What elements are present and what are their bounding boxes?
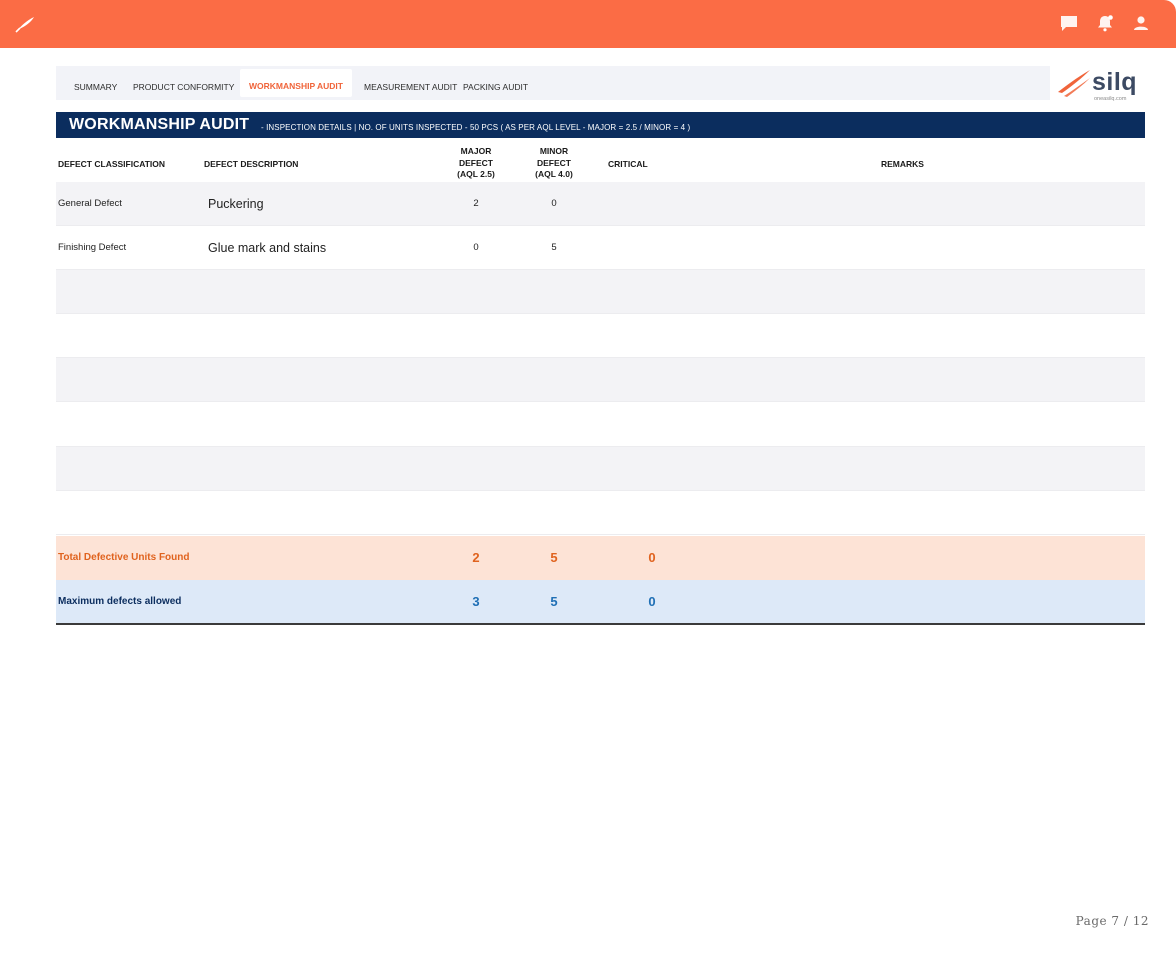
inspection-details: - INSPECTION DETAILS | NO. OF UNITS INSP…: [261, 123, 691, 132]
defect-classification-cell: Finishing Defect: [58, 242, 127, 253]
header-remarks: REMARKS: [881, 159, 924, 169]
total-critical-value: 0: [648, 550, 656, 565]
major-defect-cell: 2: [473, 198, 479, 209]
user-icon[interactable]: [1132, 14, 1150, 32]
tab-summary[interactable]: SUMMARY: [74, 66, 117, 100]
report-tabs: SUMMARY PRODUCT CONFORMITY WORKMANSHIP A…: [56, 66, 1050, 100]
table-row: Finishing Defect Glue mark and stains 0 …: [56, 226, 1145, 270]
header-minor-defect: MINOR DEFECT (AQL 4.0): [535, 146, 573, 179]
top-app-bar: [0, 0, 1176, 48]
total-defective-row: Total Defective Units Found 2 5 0: [56, 536, 1145, 580]
header-major-defect: MAJOR DEFECT (AQL 2.5): [457, 146, 495, 179]
table-row: [56, 491, 1145, 535]
major-defect-cell: 0: [473, 242, 479, 253]
defect-classification-cell: General Defect: [58, 198, 122, 209]
minor-defect-cell: 5: [551, 242, 557, 253]
tab-workmanship-audit[interactable]: WORKMANSHIP AUDIT: [240, 69, 352, 97]
maximum-allowed-label: Maximum defects allowed: [58, 596, 182, 607]
page-indicator: Page 7 / 12: [1075, 914, 1149, 928]
defect-description-cell: Puckering: [208, 197, 264, 211]
tab-packing-audit[interactable]: PACKING AUDIT: [463, 66, 528, 100]
minor-defect-cell: 0: [551, 198, 557, 209]
section-title: WORKMANSHIP AUDIT: [69, 116, 250, 133]
max-critical-value: 0: [648, 594, 656, 609]
defect-description-cell: Glue mark and stains: [208, 241, 327, 255]
table-row: [56, 358, 1145, 402]
logo-website: oneasilq.com: [1094, 96, 1127, 102]
chat-icon[interactable]: [1060, 14, 1078, 32]
header-defect-classification: DEFECT CLASSIFICATION: [58, 159, 166, 169]
max-minor-value: 5: [550, 594, 558, 609]
logo-wordmark: silq: [1092, 68, 1138, 96]
table-row: [56, 403, 1145, 447]
header-defect-description: DEFECT DESCRIPTION: [204, 159, 299, 169]
total-minor-value: 5: [550, 550, 558, 565]
quill-icon[interactable]: [14, 14, 36, 34]
total-defective-label: Total Defective Units Found: [58, 552, 190, 563]
maximum-allowed-row: Maximum defects allowed 3 5 0: [56, 580, 1145, 625]
max-major-value: 3: [472, 594, 480, 609]
tab-measurement-audit[interactable]: MEASUREMENT AUDIT: [364, 66, 457, 100]
total-major-value: 2: [472, 550, 480, 565]
table-row: [56, 447, 1145, 491]
table-row: [56, 314, 1145, 358]
header-actions: [1060, 14, 1150, 32]
tab-product-conformity[interactable]: PRODUCT CONFORMITY: [133, 66, 234, 100]
table-row: General Defect Puckering 2 0: [56, 182, 1145, 226]
table-row: [56, 270, 1145, 314]
header-critical: CRITICAL: [608, 159, 648, 169]
section-banner: WORKMANSHIP AUDIT - INSPECTION DETAILS |…: [56, 112, 1145, 138]
notification-bell-icon[interactable]: [1096, 14, 1114, 32]
